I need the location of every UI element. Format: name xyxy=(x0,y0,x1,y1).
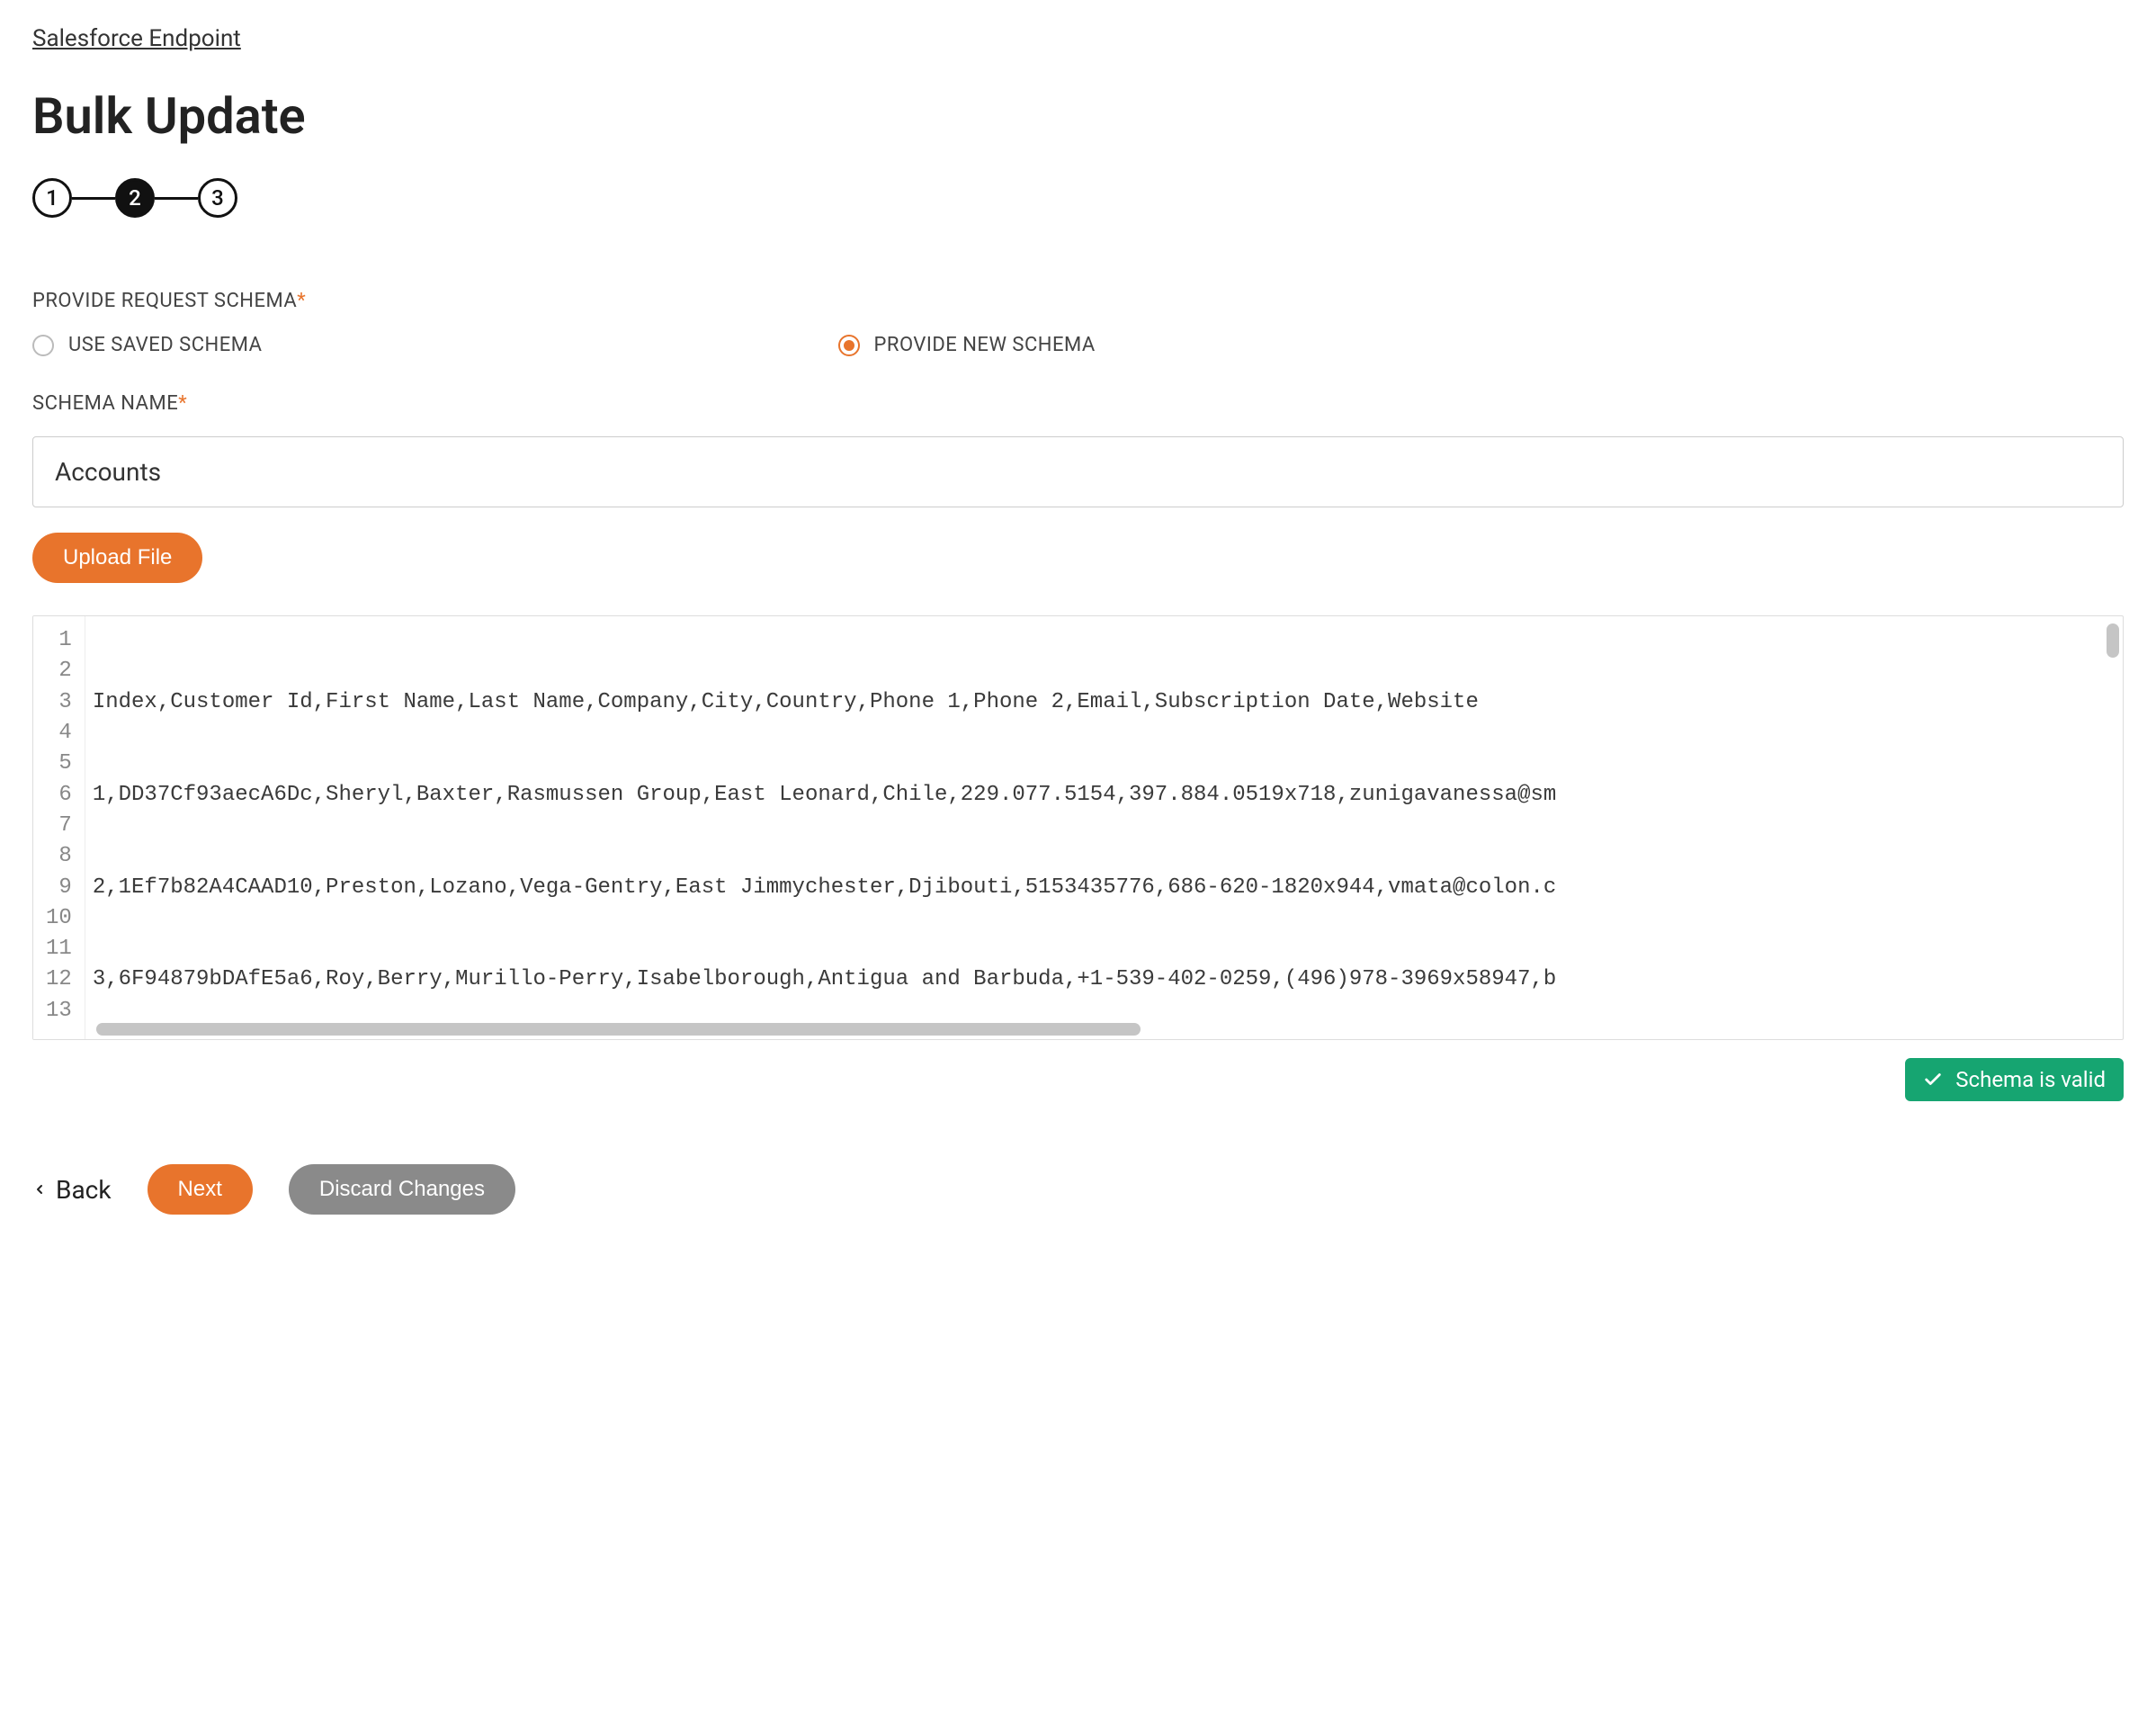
required-asterisk: * xyxy=(178,392,187,415)
radio-use-saved-schema[interactable]: USE SAVED SCHEMA xyxy=(32,334,263,356)
line-number: 5 xyxy=(46,749,76,779)
line-number: 12 xyxy=(46,964,76,995)
vertical-scrollbar[interactable] xyxy=(2107,623,2119,677)
status-text: Schema is valid xyxy=(1955,1067,2106,1092)
line-number: 8 xyxy=(46,841,76,872)
radio-label: USE SAVED SCHEMA xyxy=(68,334,263,356)
status-badge: Schema is valid xyxy=(1905,1058,2124,1101)
line-number: 4 xyxy=(46,718,76,749)
chevron-left-icon xyxy=(32,1179,47,1200)
radio-dot-icon xyxy=(844,340,854,351)
line-number-gutter: 1 2 3 4 5 6 7 8 9 10 11 12 13 xyxy=(33,616,85,1039)
radio-icon xyxy=(32,335,54,356)
back-label: Back xyxy=(56,1175,112,1205)
scrollbar-thumb[interactable] xyxy=(2107,623,2119,658)
schema-name-label: SCHEMA NAME* xyxy=(32,392,2124,415)
required-asterisk: * xyxy=(297,290,306,312)
line-number: 7 xyxy=(46,811,76,841)
line-number: 10 xyxy=(46,903,76,934)
code-line: Index,Customer Id,First Name,Last Name,C… xyxy=(93,687,2123,718)
code-body[interactable]: Index,Customer Id,First Name,Last Name,C… xyxy=(85,616,2123,1039)
line-number: 3 xyxy=(46,687,76,718)
step-1[interactable]: 1 xyxy=(32,178,72,218)
step-2[interactable]: 2 xyxy=(115,178,155,218)
next-button[interactable]: Next xyxy=(148,1164,253,1215)
code-line: 2,1Ef7b82A4CAAD10,Preston,Lozano,Vega-Ge… xyxy=(93,873,2123,903)
step-3[interactable]: 3 xyxy=(198,178,237,218)
step-connector xyxy=(155,197,198,200)
horizontal-scrollbar[interactable] xyxy=(96,1023,2105,1036)
back-button[interactable]: Back xyxy=(32,1175,112,1205)
line-number: 13 xyxy=(46,996,76,1027)
scrollbar-thumb[interactable] xyxy=(96,1023,1141,1036)
line-number: 1 xyxy=(46,625,76,656)
label-text: SCHEMA NAME xyxy=(32,392,178,415)
step-connector xyxy=(72,197,115,200)
stepper: 1 2 3 xyxy=(32,178,2124,218)
schema-section-label: PROVIDE REQUEST SCHEMA* xyxy=(32,290,2124,312)
breadcrumb-link[interactable]: Salesforce Endpoint xyxy=(32,25,241,52)
radio-label: PROVIDE NEW SCHEMA xyxy=(874,334,1096,356)
upload-file-button[interactable]: Upload File xyxy=(32,533,202,583)
code-editor[interactable]: 1 2 3 4 5 6 7 8 9 10 11 12 13 Index,Cust… xyxy=(32,615,2124,1040)
line-number: 11 xyxy=(46,934,76,964)
check-icon xyxy=(1923,1070,1943,1090)
radio-icon xyxy=(838,335,860,356)
line-number: 2 xyxy=(46,656,76,686)
line-number: 9 xyxy=(46,873,76,903)
discard-changes-button[interactable]: Discard Changes xyxy=(289,1164,515,1215)
code-line: 3,6F94879bDAfE5a6,Roy,Berry,Murillo-Perr… xyxy=(93,964,2123,995)
code-line: 1,DD37Cf93aecA6Dc,Sheryl,Baxter,Rasmusse… xyxy=(93,780,2123,811)
radio-provide-new-schema[interactable]: PROVIDE NEW SCHEMA xyxy=(838,334,1096,356)
schema-name-input[interactable] xyxy=(32,436,2124,507)
line-number: 6 xyxy=(46,780,76,811)
label-text: PROVIDE REQUEST SCHEMA xyxy=(32,290,297,312)
page-title: Bulk Update xyxy=(32,86,2124,146)
